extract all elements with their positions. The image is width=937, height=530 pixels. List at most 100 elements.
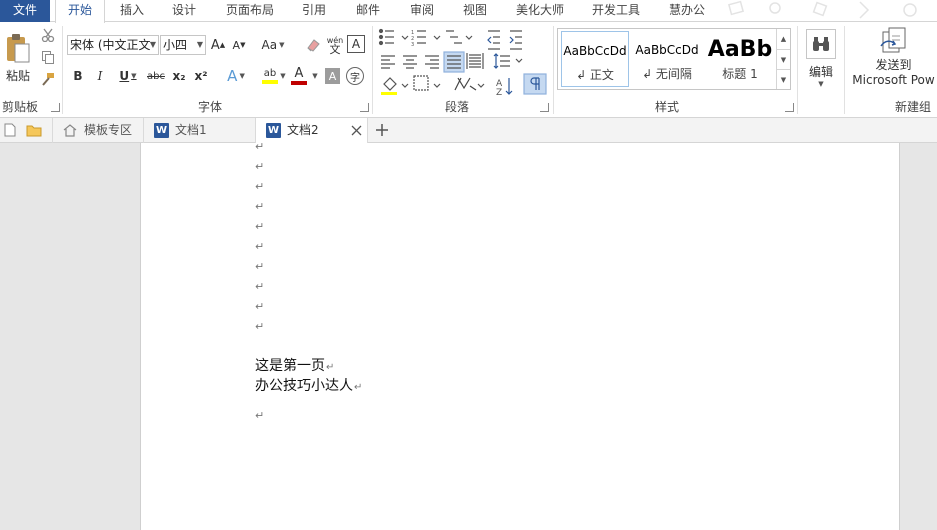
clear-formatting-button[interactable] — [303, 35, 323, 55]
paragraph-mark: ↵ — [255, 220, 265, 233]
tab-references[interactable]: 引用 — [294, 0, 334, 22]
enclose-characters-button[interactable]: 字 — [346, 67, 364, 85]
italic-button[interactable]: I — [92, 66, 108, 86]
new-document-button[interactable] — [2, 122, 18, 138]
new-tab-button[interactable] — [373, 121, 391, 139]
font-launcher-icon[interactable] — [360, 103, 369, 112]
tab-mailings[interactable]: 邮件 — [346, 0, 390, 22]
document-line: 这是第一页↵ — [255, 355, 334, 375]
paragraph-mark: ↵ — [255, 240, 265, 253]
paste-icon — [7, 34, 30, 63]
gallery-scroll-up-icon[interactable]: ▲ — [776, 29, 790, 49]
eraser-icon — [307, 39, 320, 52]
style-sample: AaBb — [707, 37, 773, 62]
style-normal[interactable]: AaBbCcDd ↲ 正文 — [561, 31, 629, 87]
bold-icon: B — [73, 69, 83, 83]
grow-font-button[interactable]: A ▲ — [209, 35, 227, 55]
tab-document-2-label: 文档2 — [287, 123, 319, 137]
style-no-spacing[interactable]: AaBbCcDd ↲ 无间隔 — [632, 31, 702, 87]
phonetic-guide-button[interactable]: wén 文 — [325, 33, 345, 57]
chevron-down-icon: ▼ — [131, 72, 137, 80]
multilevel-list-button[interactable] — [444, 26, 476, 48]
open-folder-button[interactable] — [25, 122, 43, 138]
paragraph-launcher-icon[interactable] — [540, 103, 549, 112]
character-border-button[interactable]: A — [347, 35, 365, 53]
editing-button[interactable]: 编辑 ▼ — [804, 26, 838, 90]
superscript-button[interactable]: x² — [192, 66, 210, 86]
highlight-dropdown[interactable]: ▼ — [278, 66, 286, 86]
tab-document-1[interactable]: W 文档1 — [144, 118, 256, 143]
borders-button[interactable] — [412, 74, 442, 96]
text-effects-icon: A — [227, 67, 238, 85]
distributed-button[interactable] — [466, 50, 486, 72]
styles-launcher-icon[interactable] — [785, 103, 794, 112]
tab-page-layout[interactable]: 页面布局 — [218, 0, 282, 22]
tab-document-1-label: 文档1 — [175, 123, 207, 137]
tab-design[interactable]: 设计 — [162, 0, 206, 22]
divider — [844, 26, 845, 114]
editing-label: 编辑 — [808, 64, 833, 79]
tab-huibangong[interactable]: 慧办公 — [661, 0, 713, 22]
strikethrough-button[interactable]: abc — [146, 66, 166, 86]
styles-gallery: AaBbCcDd ↲ 正文 AaBbCcDd ↲ 无间隔 AaBb 标题 1 ▲… — [557, 28, 791, 90]
line-spacing-button[interactable] — [494, 50, 524, 72]
style-name: ↲ 无间隔 — [642, 67, 692, 81]
new-file-icon — [4, 123, 16, 137]
tab-insert[interactable]: 插入 — [110, 0, 154, 22]
tab-developer[interactable]: 开发工具 — [584, 0, 648, 22]
font-size-combo[interactable]: 小四 ▼ — [160, 35, 206, 55]
sort-button[interactable] — [494, 74, 514, 96]
tab-document-2[interactable]: W 文档2 — [256, 118, 368, 144]
cut-button[interactable] — [39, 26, 57, 44]
underline-button[interactable]: U ▼ — [114, 66, 142, 86]
tab-template-zone[interactable]: 模板专区 — [52, 118, 144, 143]
font-color-dropdown[interactable]: ▼ — [309, 66, 319, 86]
text-effects-button[interactable]: A ▼ — [222, 66, 250, 86]
align-center-button[interactable] — [400, 50, 420, 72]
chinese-layout-button[interactable] — [452, 74, 486, 96]
style-heading-1[interactable]: AaBb 标题 1 — [705, 31, 775, 87]
tab-review[interactable]: 审阅 — [400, 0, 444, 22]
show-marks-button[interactable] — [524, 74, 546, 96]
tab-home[interactable]: 开始 — [55, 0, 105, 23]
clipboard-launcher-icon[interactable] — [51, 103, 60, 112]
justify-button[interactable] — [444, 50, 464, 72]
tab-beautify-master[interactable]: 美化大师 — [508, 0, 572, 22]
gallery-scroll-down-icon[interactable]: ▼ — [776, 49, 790, 69]
ribbon-tab-bar: 文件 开始 插入 设计 页面布局 引用 邮件 审阅 视图 美化大师 开发工具 慧… — [0, 0, 937, 23]
increase-indent-button[interactable] — [508, 26, 528, 48]
scissors-icon — [41, 28, 55, 42]
align-right-button[interactable] — [422, 50, 442, 72]
bullets-button[interactable] — [378, 26, 408, 48]
divider — [553, 26, 554, 114]
font-color-button[interactable]: A — [289, 66, 309, 86]
enclose-characters-icon: 字 — [350, 72, 360, 84]
subscript-icon: x₂ — [172, 69, 186, 83]
shading-button[interactable] — [378, 74, 408, 96]
format-painter-button[interactable] — [39, 70, 57, 88]
decrease-indent-button[interactable] — [486, 26, 506, 48]
gallery-more-icon[interactable]: ▼ — [776, 69, 790, 89]
paragraph-mark: ↵ — [255, 409, 265, 422]
tab-view[interactable]: 视图 — [453, 0, 497, 22]
send-to-powerpoint-icon — [879, 27, 905, 53]
bold-button[interactable]: B — [70, 66, 86, 86]
subscript-button[interactable]: x₂ — [170, 66, 188, 86]
chevron-down-icon: ▼ — [196, 40, 203, 49]
send-to-powerpoint-button[interactable]: 发送到 Microsoft Pow — [850, 26, 937, 96]
paste-button[interactable]: 粘贴 — [2, 28, 34, 88]
numbering-button[interactable] — [409, 26, 442, 48]
copy-button[interactable] — [39, 48, 57, 66]
character-shading-icon: A — [328, 69, 337, 83]
tab-bar-decoration-icon — [727, 0, 917, 19]
align-left-button[interactable] — [378, 50, 398, 72]
document-page[interactable]: ↵ ↵ ↵ ↵ ↵ ↵ ↵ ↵ ↵ ↵ 这是第一页↵ 办公技巧小达人↵ ↵ — [140, 140, 900, 530]
shrink-font-button[interactable]: A ▼ — [230, 35, 248, 55]
change-case-button[interactable]: Aa ▼ — [258, 35, 288, 55]
tab-file[interactable]: 文件 — [0, 0, 50, 22]
character-shading-button[interactable]: A — [325, 68, 340, 84]
close-icon[interactable] — [351, 125, 362, 136]
font-name-value: 宋体 (中文正文 — [70, 38, 151, 52]
font-name-combo[interactable]: 宋体 (中文正文 ▼ — [67, 35, 159, 55]
paragraph-mark: ↵ — [255, 160, 265, 173]
